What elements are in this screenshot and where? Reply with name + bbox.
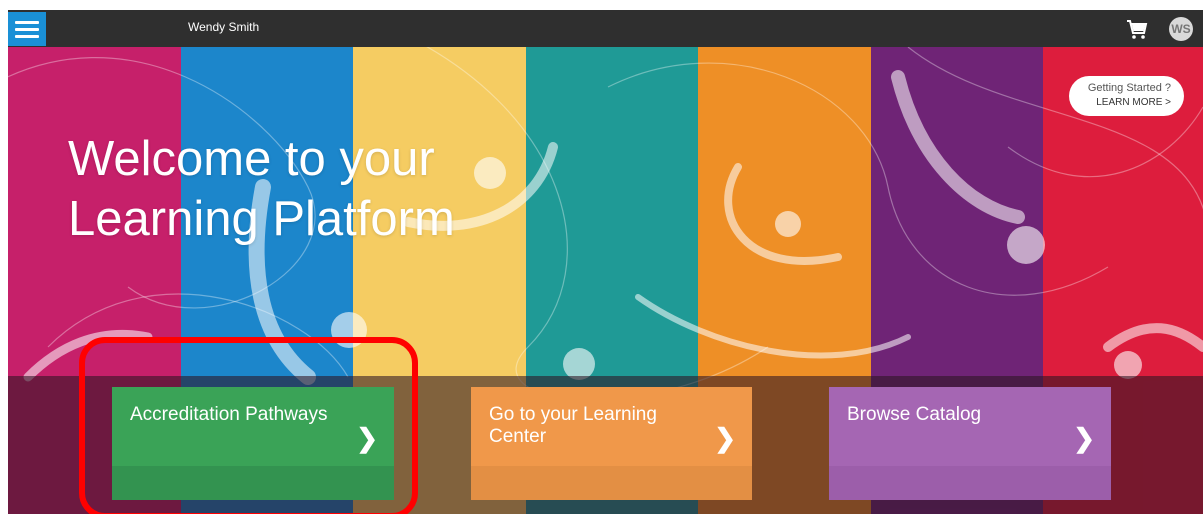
chevron-right-icon: ❯: [714, 423, 736, 453]
learning-center-tile[interactable]: Go to your Learning Center ❯: [471, 387, 752, 500]
welcome-heading: Welcome to your Learning Platform: [68, 129, 455, 249]
annotation-highlight-box: [79, 337, 418, 514]
tile-footer: [829, 466, 1111, 500]
tile-label: Go to your Learning Center: [489, 404, 657, 447]
welcome-line-2: Learning Platform: [68, 192, 455, 246]
learning-platform-window: Wendy Smith WS Welcome to your Learning …: [8, 10, 1203, 514]
tile-label: Browse Catalog: [847, 404, 982, 425]
browse-catalog-tile[interactable]: Browse Catalog ❯: [829, 387, 1111, 500]
user-name: Wendy Smith: [188, 20, 260, 34]
learn-more-link[interactable]: LEARN MORE >: [1069, 96, 1171, 110]
chevron-right-icon: ❯: [1073, 423, 1095, 453]
avatar[interactable]: WS: [1169, 17, 1193, 41]
hamburger-icon: [15, 21, 39, 24]
getting-started-bubble[interactable]: Getting Started ? LEARN MORE >: [1069, 76, 1184, 116]
welcome-line-1: Welcome to your: [68, 132, 435, 186]
menu-button[interactable]: [8, 12, 46, 46]
cropped-header: [0, 0, 1203, 10]
getting-started-question: Getting Started ?: [1087, 82, 1171, 94]
hamburger-icon: [15, 35, 39, 38]
tile-footer: [471, 466, 752, 500]
cart-icon[interactable]: [1125, 17, 1149, 41]
top-navbar: Wendy Smith WS: [8, 10, 1203, 47]
hamburger-icon: [15, 28, 39, 31]
